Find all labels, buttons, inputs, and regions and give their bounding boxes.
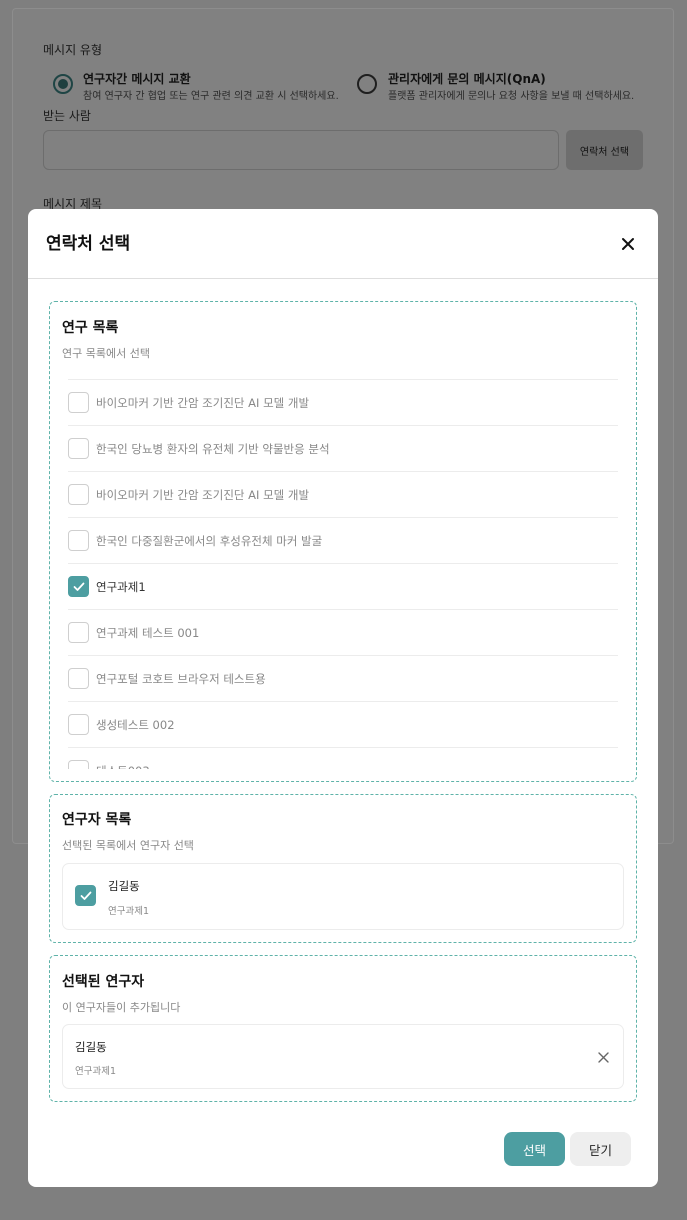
list-item[interactable]: 바이오마커 기반 간암 조기진단 AI 모델 개발 — [68, 472, 618, 518]
remove-icon[interactable] — [595, 1049, 611, 1065]
selected-researcher-card: 김길동 연구과제1 — [62, 1024, 624, 1089]
list-item[interactable]: 연구과제1 — [68, 564, 618, 610]
radio-admin-qna[interactable] — [357, 74, 377, 94]
close-icon[interactable] — [616, 232, 640, 256]
selected-researcher-project: 연구과제1 — [75, 1066, 117, 1077]
message-type-label: 메시지 유형 — [43, 43, 103, 57]
project-label: 테스트003 — [96, 763, 150, 770]
project-checkbox[interactable] — [68, 668, 89, 689]
option-researcher-desc: 참여 연구자 간 협업 또는 연구 관련 의견 교환 시 선택하세요. — [83, 91, 339, 102]
recipient-label: 받는 사람 — [43, 109, 91, 123]
radio-researcher-message[interactable] — [53, 74, 73, 94]
contact-select-modal: 연락처 선택 연구 목록 연구 목록에서 선택 바이오마커 기반 간암 조기진단… — [28, 209, 658, 1187]
project-checkbox[interactable] — [68, 622, 89, 643]
project-label: 한국인 다중질환군에서의 후성유전체 마커 발굴 — [96, 533, 323, 548]
project-checkbox[interactable] — [68, 530, 89, 551]
list-item[interactable]: 바이오마커 기반 간암 조기진단 AI 모델 개발 — [68, 380, 618, 426]
option-admin-desc: 플랫폼 관리자에게 문의나 요청 사항을 보낼 때 선택하세요. — [388, 91, 635, 102]
project-checkbox[interactable] — [68, 484, 89, 505]
project-label: 생성테스트 002 — [96, 717, 175, 732]
close-button[interactable]: 닫기 — [570, 1132, 631, 1166]
selected-section-title: 선택된 연구자 — [62, 974, 145, 990]
project-section-title: 연구 목록 — [62, 320, 119, 336]
project-section-subtitle: 연구 목록에서 선택 — [62, 347, 150, 360]
modal-title: 연락처 선택 — [46, 234, 131, 254]
selected-researchers-section: 선택된 연구자 이 연구자들이 추가됩니다 김길동 연구과제1 — [49, 955, 637, 1102]
checkmark-icon — [73, 582, 84, 591]
researcher-checkbox[interactable] — [75, 885, 96, 906]
list-item[interactable]: 생성테스트 002 — [68, 702, 618, 748]
confirm-select-button[interactable]: 선택 — [504, 1132, 565, 1166]
list-item[interactable]: 한국인 다중질환군에서의 후성유전체 마커 발굴 — [68, 518, 618, 564]
list-item[interactable]: 연구포털 코호트 브라우저 테스트용 — [68, 656, 618, 702]
project-checkbox[interactable] — [68, 438, 89, 459]
researcher-card[interactable]: 김길동 연구과제1 — [62, 863, 624, 930]
project-checkbox[interactable] — [68, 714, 89, 735]
project-label: 연구과제1 — [96, 579, 146, 594]
researcher-section-subtitle: 선택된 목록에서 연구자 선택 — [62, 839, 194, 852]
researcher-project: 연구과제1 — [108, 906, 150, 917]
selected-section-subtitle: 이 연구자들이 추가됩니다 — [62, 1001, 181, 1014]
checkmark-icon — [80, 891, 91, 900]
project-label: 바이오마커 기반 간암 조기진단 AI 모델 개발 — [96, 395, 310, 410]
project-checkbox[interactable] — [68, 576, 89, 597]
option-researcher-title: 연구자간 메시지 교환 — [83, 72, 191, 86]
project-list[interactable]: 바이오마커 기반 간암 조기진단 AI 모델 개발한국인 당뇨병 환자의 유전체… — [68, 379, 618, 769]
project-checkbox[interactable] — [68, 392, 89, 413]
project-label: 한국인 당뇨병 환자의 유전체 기반 약물반응 분석 — [96, 441, 330, 456]
modal-header: 연락처 선택 — [28, 209, 658, 279]
researcher-section-title: 연구자 목록 — [62, 812, 132, 828]
researcher-list-section: 연구자 목록 선택된 목록에서 연구자 선택 김길동 연구과제1 — [49, 794, 637, 943]
researcher-name: 김길동 — [108, 879, 140, 893]
project-label: 바이오마커 기반 간암 조기진단 AI 모델 개발 — [96, 487, 310, 502]
selected-researcher-name: 김길동 — [75, 1040, 107, 1054]
option-admin-title: 관리자에게 문의 메시지(QnA) — [388, 72, 546, 86]
list-item[interactable]: 한국인 당뇨병 환자의 유전체 기반 약물반응 분석 — [68, 426, 618, 472]
recipient-input[interactable] — [43, 130, 559, 170]
contact-select-button[interactable]: 연락처 선택 — [566, 130, 643, 170]
project-list-section: 연구 목록 연구 목록에서 선택 바이오마커 기반 간암 조기진단 AI 모델 … — [49, 301, 637, 782]
list-item[interactable]: 테스트003 — [68, 748, 618, 769]
project-label: 연구과제 테스트 001 — [96, 625, 200, 640]
project-checkbox[interactable] — [68, 760, 89, 769]
list-item[interactable]: 연구과제 테스트 001 — [68, 610, 618, 656]
project-label: 연구포털 코호트 브라우저 테스트용 — [96, 671, 266, 686]
